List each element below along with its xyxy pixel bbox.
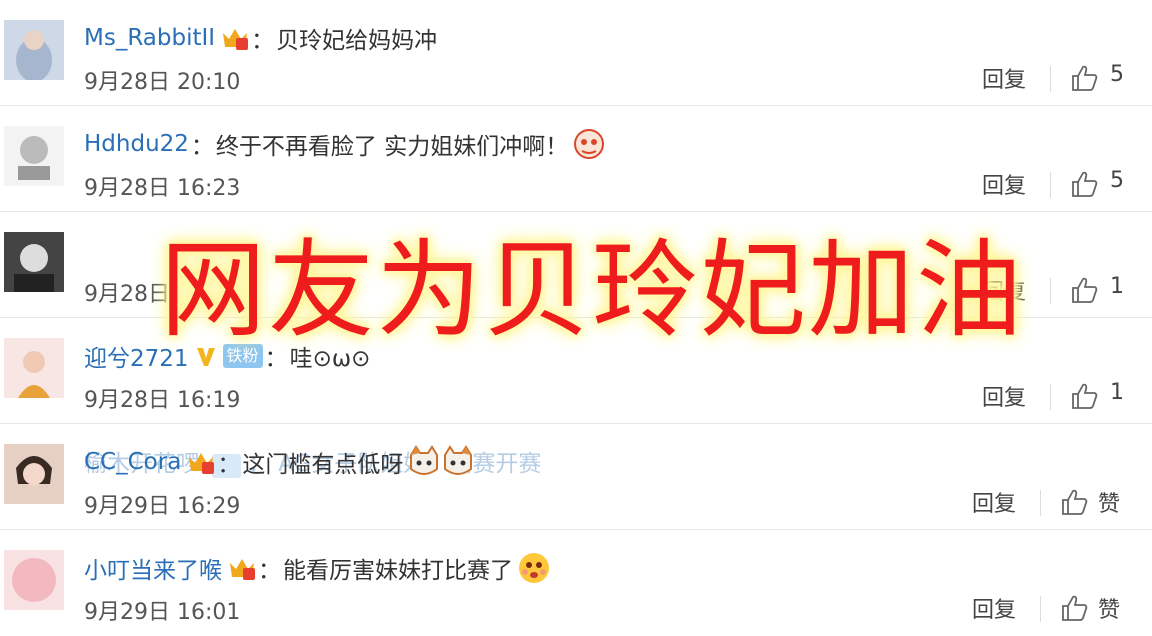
avatar[interactable] <box>4 444 64 504</box>
comment-line: Hdhdu22 ： 终于不再看脸了 实力姐妹们冲啊！ <box>84 126 606 162</box>
surprised-face-emoji-icon <box>519 553 549 583</box>
comment-time: 9月29日 16:01 <box>84 600 241 625</box>
comment-text: 能看厉害妹妹打比赛了 <box>283 558 513 584</box>
like-count[interactable]: 5 <box>1110 62 1124 87</box>
colon: ： <box>258 558 281 584</box>
thumbs-up-icon[interactable] <box>1070 382 1098 410</box>
avatar[interactable] <box>4 20 64 80</box>
comment-row: Ms_RabbitII ： 贝玲妃给妈妈冲 9月28日 20:10 回复 5 <box>0 0 1152 106</box>
divider <box>1040 490 1041 516</box>
comment-time: 9月28日 20:10 <box>84 70 241 95</box>
comment-time: 9月28日 16:19 <box>84 388 241 413</box>
comment-text: 终于不再看脸了 实力姐妹们冲啊！ <box>215 134 569 160</box>
reply-button[interactable]: 回复 <box>982 62 1026 94</box>
cat-emoji-icon <box>444 445 473 475</box>
like-label[interactable]: 赞 <box>1098 486 1120 518</box>
divider <box>1050 384 1051 410</box>
comment-row: Hdhdu22 ： 终于不再看脸了 实力姐妹们冲啊！ 9月28日 16:23 回… <box>0 106 1152 212</box>
like-count[interactable]: 5 <box>1110 168 1124 193</box>
comment-time: 9月28日 16:23 <box>84 176 241 201</box>
crown-badge-icon <box>221 25 249 51</box>
comment-time: 9月28日 <box>84 282 170 307</box>
comment-row: CC_Cora ： 这门槛有点低呀 9月29日 16:29 回复 赞 <box>0 424 1152 530</box>
thumbs-up-icon[interactable] <box>1070 64 1098 92</box>
divider <box>1050 66 1051 92</box>
divider <box>1050 278 1051 304</box>
crown-badge-icon <box>187 449 215 475</box>
thumbs-up-icon[interactable] <box>1060 594 1088 622</box>
comment-text: 这门槛有点低呀 <box>242 452 404 478</box>
thumbs-up-icon[interactable] <box>1070 170 1098 198</box>
username[interactable]: Ms_RabbitII <box>84 25 215 51</box>
overlay-caption: 网友为贝玲妃加油 <box>160 229 1024 352</box>
face-emoji-icon <box>574 129 605 159</box>
reply-button[interactable]: 回复 <box>982 380 1026 412</box>
reply-button[interactable]: 回复 <box>972 486 1016 518</box>
colon: ： <box>251 28 275 54</box>
comment-time: 9月29日 16:29 <box>84 494 241 519</box>
avatar[interactable] <box>4 338 64 398</box>
username[interactable]: CC_Cora <box>84 449 181 475</box>
comment-line: CC_Cora ： 这门槛有点低呀 <box>84 444 475 480</box>
like-count[interactable]: 1 <box>1110 274 1124 299</box>
comment-text: 贝玲妃给妈妈冲 <box>276 28 438 54</box>
username[interactable]: Hdhdu22 <box>84 131 189 157</box>
avatar[interactable] <box>4 126 64 186</box>
comment-line: 小叮当来了喉 ： 能看厉害妹妹打比赛了 <box>84 550 551 586</box>
divider <box>1040 596 1041 622</box>
reply-button[interactable]: 回复 <box>982 168 1026 200</box>
like-label[interactable]: 赞 <box>1098 592 1120 624</box>
crown-badge-icon <box>228 555 256 581</box>
cat-emoji-icon <box>410 445 439 475</box>
avatar[interactable] <box>4 550 64 610</box>
avatar[interactable] <box>4 232 64 292</box>
colon: ： <box>190 134 214 160</box>
colon: ： <box>217 452 241 478</box>
username[interactable]: 小叮当来了喉 <box>84 551 222 585</box>
thumbs-up-icon[interactable] <box>1060 488 1088 516</box>
comment-line: Ms_RabbitII ： 贝玲妃给妈妈冲 <box>84 20 437 56</box>
reply-button[interactable]: 回复 <box>972 592 1016 624</box>
divider <box>1050 172 1051 198</box>
like-count[interactable]: 1 <box>1110 380 1124 405</box>
comment-row: 小叮当来了喉 ： 能看厉害妹妹打比赛了 9月29日 16:01 回复 赞 <box>0 530 1152 636</box>
thumbs-up-icon[interactable] <box>1070 276 1098 304</box>
